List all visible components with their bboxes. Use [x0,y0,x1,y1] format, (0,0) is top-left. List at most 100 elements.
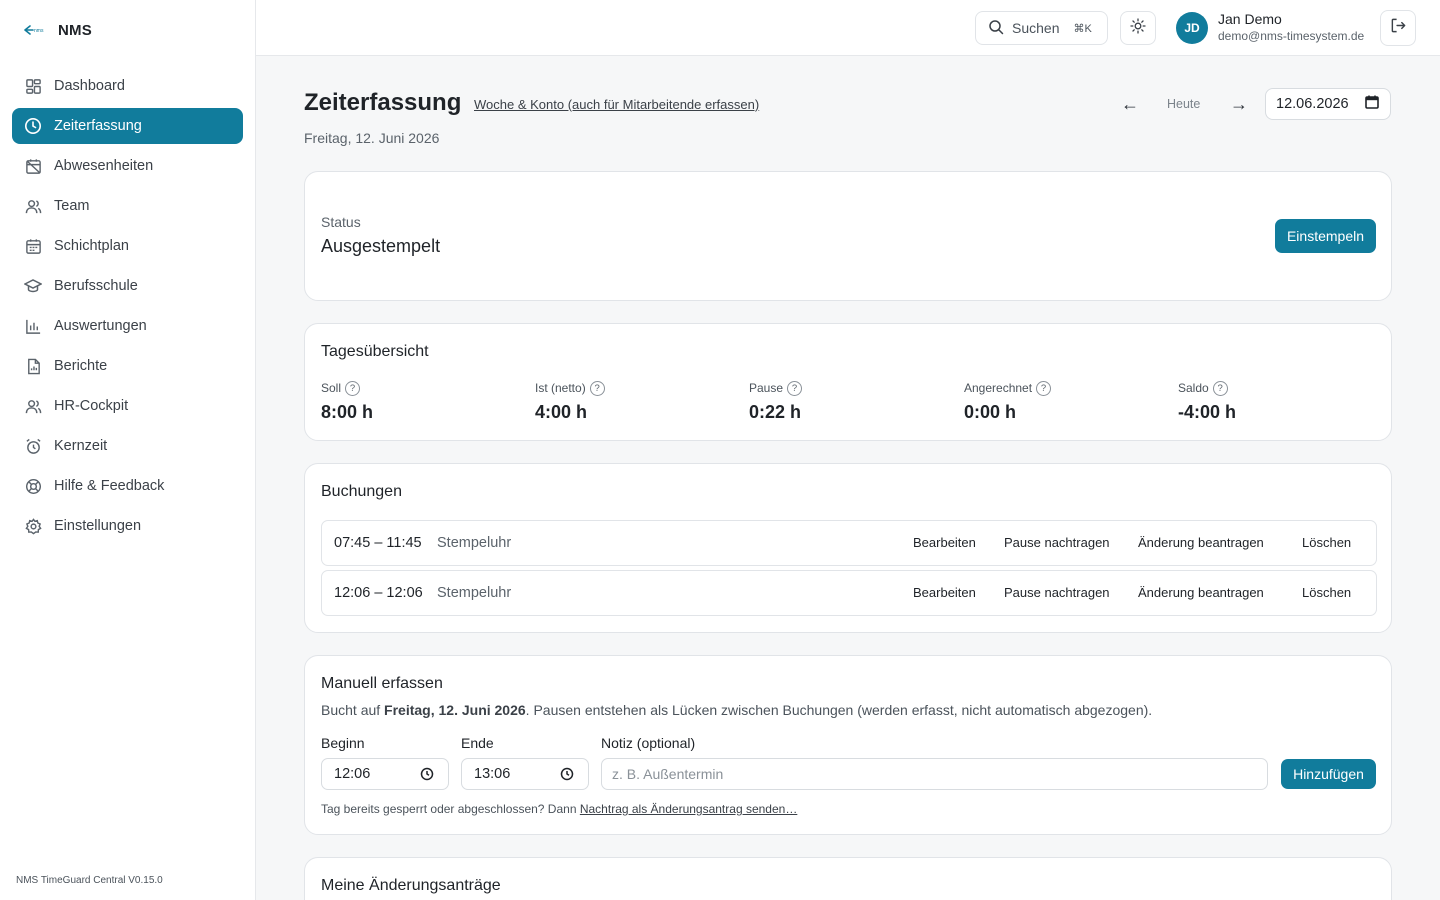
help-icon[interactable]: ? [589,380,605,396]
today-button[interactable]: Heute [1167,97,1200,111]
change-requests-title: Meine Änderungsanträge [321,877,501,894]
request-change-button[interactable]: Änderung beantragen [1138,585,1264,600]
sidebar-nav: Dashboard Zeiterfassung Abwesenheiten Te… [12,68,243,548]
sidebar-item-dashboard[interactable]: Dashboard [12,68,243,104]
app-version: NMS TimeGuard Central V0.15.0 [16,875,163,886]
alarm-clock-icon [24,437,42,455]
date-value: 12.06.2026 [1276,96,1349,112]
request-change-button[interactable]: Änderung beantragen [1138,535,1264,550]
brand[interactable]: nms NMS [24,20,92,40]
clock-icon [24,117,42,135]
sun-icon [1130,17,1146,39]
next-day-button[interactable]: → [1227,94,1251,114]
logout-button[interactable] [1380,10,1416,46]
sidebar-item-berufsschule[interactable]: Berufsschule [12,268,243,304]
sidebar-item-berichte[interactable]: Berichte [12,348,243,384]
help-icon[interactable]: ? [345,380,361,396]
avatar[interactable]: JD [1176,12,1208,44]
sidebar-item-kernzeit[interactable]: Kernzeit [12,428,243,464]
topbar: Suchen ⌘K JD Jan Demo demo@nms-timesyste… [256,0,1440,56]
sidebar-item-label: Kernzeit [54,438,108,454]
nms-logo-icon: nms [24,20,44,40]
status-label: Status [321,214,361,230]
stat-value: 0:00 h [964,402,1017,422]
send-change-request-link[interactable]: Nachtrag als Änderungsantrag senden… [580,802,797,816]
help-icon[interactable]: ? [1036,380,1052,396]
user-group-icon [24,397,42,415]
dashboard-icon [24,77,42,95]
sidebar-item-label: Berufsschule [54,278,138,294]
date-input[interactable]: 12.06.2026 [1265,88,1391,120]
sidebar-item-zeiterfassung[interactable]: Zeiterfassung [12,108,243,144]
page-title: Zeiterfassung [304,89,462,116]
stat-value: 8:00 h [321,402,374,422]
delete-button[interactable]: Löschen [1302,585,1351,600]
help-icon[interactable]: ? [787,380,803,396]
booking-time: 12:06 – 12:06 [334,585,423,601]
sidebar-item-label: Schichtplan [54,238,129,254]
stat-label: Soll [321,381,342,395]
stat-saldo: Saldo? -4:00 h [1178,380,1236,423]
theme-toggle-button[interactable] [1120,11,1156,45]
sidebar-item-team[interactable]: Team [12,188,243,224]
page-date: Freitag, 12. Juni 2026 [304,130,440,146]
edit-button[interactable]: Bearbeiten [913,585,976,600]
desc-prefix: Bucht auf [321,702,381,718]
users-icon [24,197,42,215]
booking-source: Stempeluhr [437,585,512,601]
sidebar-item-label: Auswertungen [54,318,147,334]
stat-value: -4:00 h [1178,402,1237,422]
bar-chart-icon [24,317,42,335]
search-icon [988,19,1004,38]
sidebar: nms NMS Dashboard Zeiterfassung Abwesenh… [0,0,256,900]
lifebuoy-icon [24,477,42,495]
sidebar-item-label: Berichte [54,358,108,374]
stat-label: Ist (netto) [535,381,586,395]
stat-ist-netto: Ist (netto)? 4:00 h [535,380,605,423]
note-input[interactable]: z. B. Außentermin [601,758,1268,790]
manual-entry-title: Manuell erfassen [321,675,443,692]
day-overview-title: Tagesübersicht [321,343,429,360]
svg-text:nms: nms [34,28,44,34]
search-button[interactable]: Suchen ⌘K [975,11,1108,45]
sidebar-item-schichtplan[interactable]: Schichtplan [12,228,243,264]
sidebar-item-hilfe-feedback[interactable]: Hilfe & Feedback [12,468,243,504]
help-icon[interactable]: ? [1212,380,1228,396]
footnote-prefix: Tag bereits gesperrt oder abgeschlossen?… [321,802,577,816]
sidebar-item-label: HR-Cockpit [54,398,129,414]
stat-label: Angerechnet [964,381,1033,395]
status-value: Ausgestempelt [321,236,441,256]
sidebar-item-label: Abwesenheiten [54,158,154,174]
logout-icon [1390,17,1407,39]
booking-time: 07:45 – 11:45 [334,535,422,551]
stat-label: Pause [749,381,784,395]
sidebar-item-einstellungen[interactable]: Einstellungen [12,508,243,544]
clock-in-button[interactable]: Einstempeln [1275,219,1376,253]
sidebar-item-hr-cockpit[interactable]: HR-Cockpit [12,388,243,424]
stat-label: Saldo [1178,381,1209,395]
manual-entry-description: Bucht auf Freitag, 12. Juni 2026. Pausen… [321,702,1152,718]
search-label: Suchen [1012,20,1060,36]
previous-day-button[interactable]: ← [1118,94,1142,114]
edit-button[interactable]: Bearbeiten [913,535,976,550]
add-entry-button[interactable]: Hinzufügen [1281,759,1376,789]
calendar-icon [24,237,42,255]
end-time-input[interactable]: 13:06 [461,758,589,790]
stat-value: 0:22 h [749,402,802,422]
begin-time-input[interactable]: 12:06 [321,758,449,790]
sidebar-item-abwesenheiten[interactable]: Abwesenheiten [12,148,243,184]
add-break-button[interactable]: Pause nachtragen [1004,535,1110,550]
time-picker-icon[interactable] [560,767,574,785]
brand-name: NMS [58,21,92,39]
delete-button[interactable]: Löschen [1302,535,1351,550]
time-picker-icon[interactable] [420,767,434,785]
stat-value: 4:00 h [535,402,588,422]
sidebar-item-label: Zeiterfassung [54,118,142,134]
booking-source: Stempeluhr [437,535,512,551]
calendar-off-icon [24,157,42,175]
week-account-link[interactable]: Woche & Konto (auch für Mitarbeitende er… [474,97,759,112]
search-shortcut: ⌘K [1073,22,1092,35]
calendar-picker-icon[interactable] [1364,95,1379,113]
sidebar-item-auswertungen[interactable]: Auswertungen [12,308,243,344]
add-break-button[interactable]: Pause nachtragen [1004,585,1110,600]
